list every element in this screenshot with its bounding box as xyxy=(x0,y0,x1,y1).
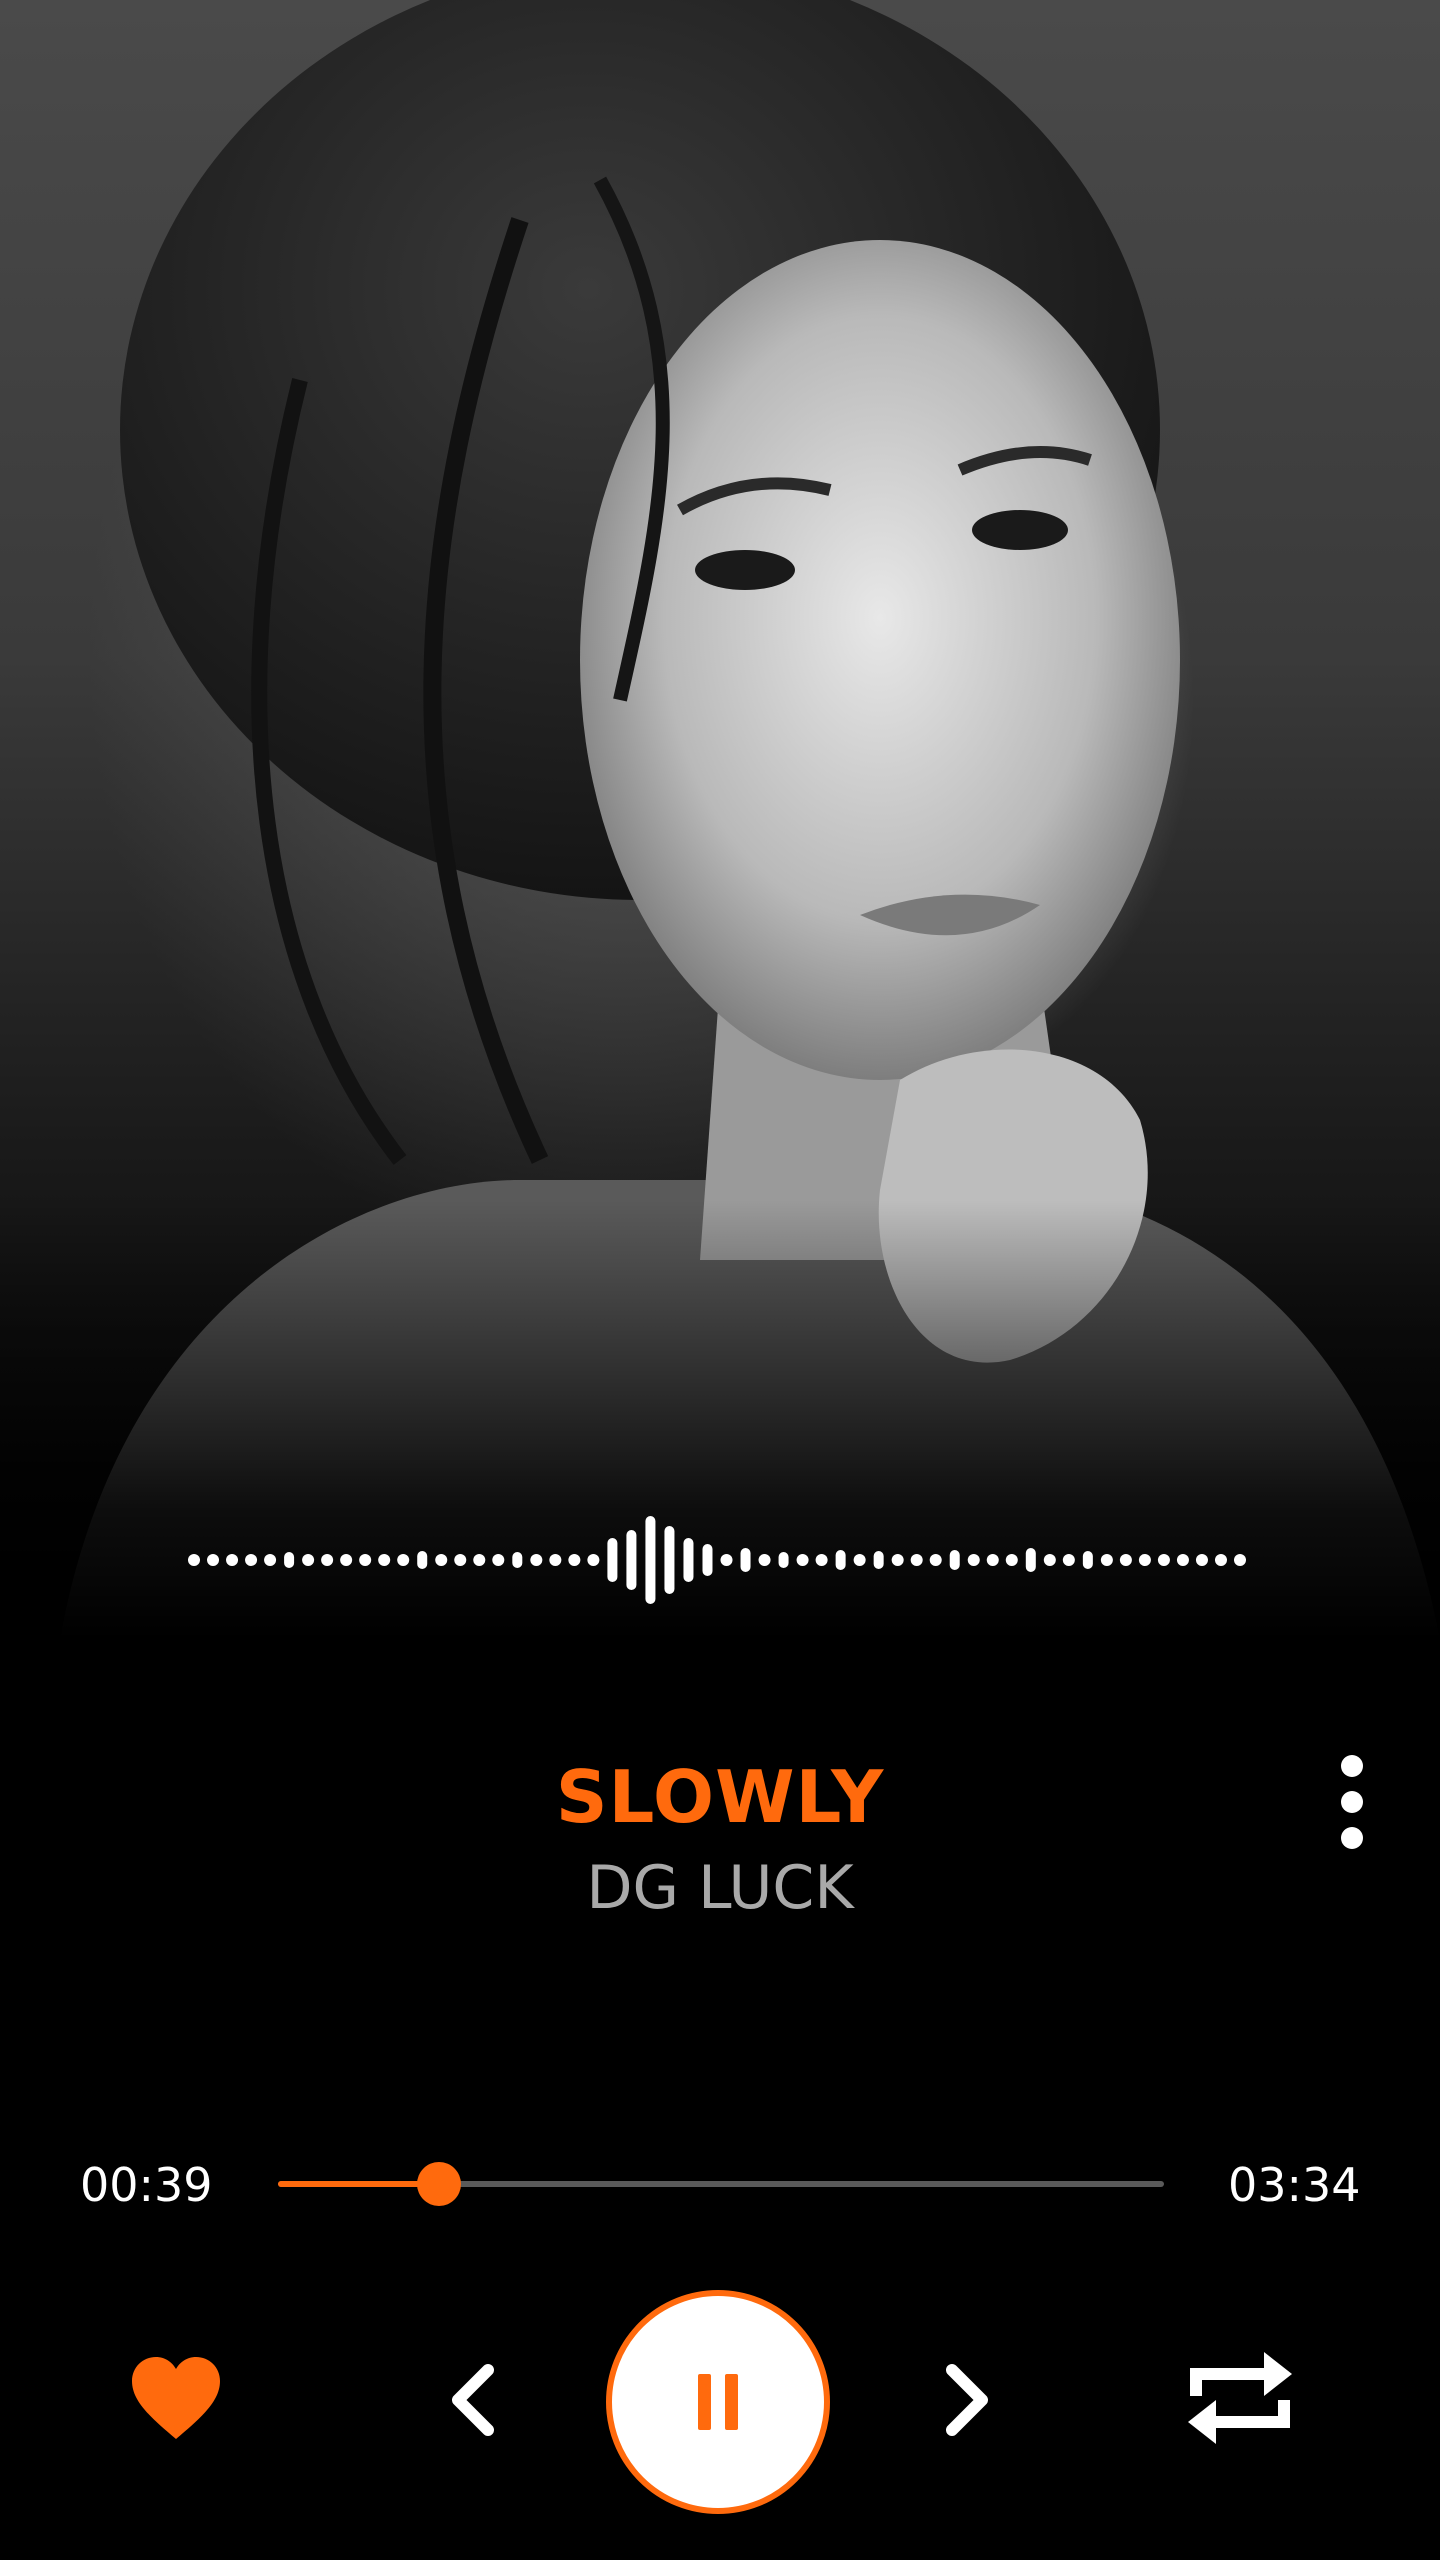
more-options-button[interactable] xyxy=(1320,1752,1384,1852)
album-art xyxy=(0,0,1440,1640)
heart-icon xyxy=(132,2357,220,2439)
waveform-bar xyxy=(1062,1554,1075,1566)
waveform-bar xyxy=(1082,1551,1093,1569)
waveform-bar xyxy=(587,1554,600,1566)
waveform-bar xyxy=(1157,1554,1170,1566)
waveform-bar xyxy=(188,1554,200,1566)
waveform-bar xyxy=(568,1554,581,1566)
waveform-bar xyxy=(530,1554,543,1566)
waveform-bar xyxy=(986,1554,999,1566)
waveform-bar xyxy=(226,1554,239,1566)
waveform-bar xyxy=(1195,1554,1208,1566)
waveform-bar xyxy=(967,1554,980,1566)
total-time: 03:34 xyxy=(1228,2158,1361,2212)
waveform-bar xyxy=(607,1538,618,1582)
waveform-bar xyxy=(1025,1548,1036,1572)
audio-waveform xyxy=(188,1516,1246,1604)
waveform-bar xyxy=(910,1554,923,1566)
elapsed-time: 00:39 xyxy=(80,2158,213,2212)
waveform-bar xyxy=(321,1554,334,1566)
waveform-bar xyxy=(645,1516,656,1604)
waveform-bar xyxy=(1005,1554,1018,1566)
waveform-bar xyxy=(853,1554,866,1566)
more-vertical-icon xyxy=(1341,1755,1363,1849)
waveform-bar xyxy=(1234,1554,1246,1566)
chevron-right-icon xyxy=(946,2364,988,2436)
waveform-bar xyxy=(720,1554,733,1566)
waveform-bar xyxy=(340,1554,353,1566)
previous-button[interactable] xyxy=(438,2360,510,2440)
waveform-bar xyxy=(683,1538,694,1582)
waveform-bar xyxy=(758,1554,771,1566)
waveform-bar xyxy=(740,1548,751,1572)
track-artist: DG LUCK xyxy=(586,1853,854,1923)
waveform-bar xyxy=(302,1554,315,1566)
repeat-icon xyxy=(1188,2352,1292,2444)
like-button[interactable] xyxy=(130,2355,222,2447)
waveform-bar xyxy=(1119,1554,1132,1566)
waveform-bar xyxy=(435,1554,448,1566)
repeat-button[interactable] xyxy=(1184,2340,1296,2456)
waveform-bar xyxy=(835,1550,846,1570)
seek-bar-fill xyxy=(278,2181,440,2187)
waveform-bar xyxy=(264,1554,277,1566)
waveform-bar xyxy=(1043,1554,1056,1566)
waveform-bar xyxy=(284,1552,295,1568)
waveform-bar xyxy=(512,1552,523,1568)
seek-bar[interactable] xyxy=(278,2162,1164,2206)
waveform-bar xyxy=(417,1551,428,1569)
waveform-bar xyxy=(378,1554,391,1566)
waveform-bar xyxy=(929,1554,942,1566)
waveform-bar xyxy=(815,1554,828,1566)
waveform-bar xyxy=(1176,1554,1189,1566)
seek-bar-thumb[interactable] xyxy=(417,2162,462,2206)
waveform-bar xyxy=(778,1552,789,1568)
waveform-bar xyxy=(664,1526,675,1594)
waveform-bar xyxy=(949,1550,960,1570)
waveform-bar xyxy=(359,1554,372,1566)
waveform-bar xyxy=(492,1554,505,1566)
waveform-bar xyxy=(796,1554,809,1566)
waveform-bar xyxy=(1214,1554,1227,1566)
chevron-left-icon xyxy=(452,2364,494,2436)
waveform-bar xyxy=(397,1554,410,1566)
track-title: SLOWLY xyxy=(555,1755,885,1839)
waveform-bar xyxy=(207,1554,220,1566)
waveform-bar xyxy=(549,1554,562,1566)
waveform-bar xyxy=(473,1554,486,1566)
waveform-bar xyxy=(702,1544,713,1576)
pause-icon xyxy=(698,2374,738,2430)
waveform-bar xyxy=(1138,1554,1151,1566)
play-pause-button[interactable] xyxy=(606,2290,830,2514)
waveform-bar xyxy=(626,1530,637,1590)
waveform-bar xyxy=(891,1554,904,1566)
waveform-bar xyxy=(873,1551,884,1569)
waveform-bar xyxy=(245,1554,258,1566)
waveform-bar xyxy=(1100,1554,1113,1566)
next-button[interactable] xyxy=(930,2360,1002,2440)
waveform-bar xyxy=(454,1554,467,1566)
